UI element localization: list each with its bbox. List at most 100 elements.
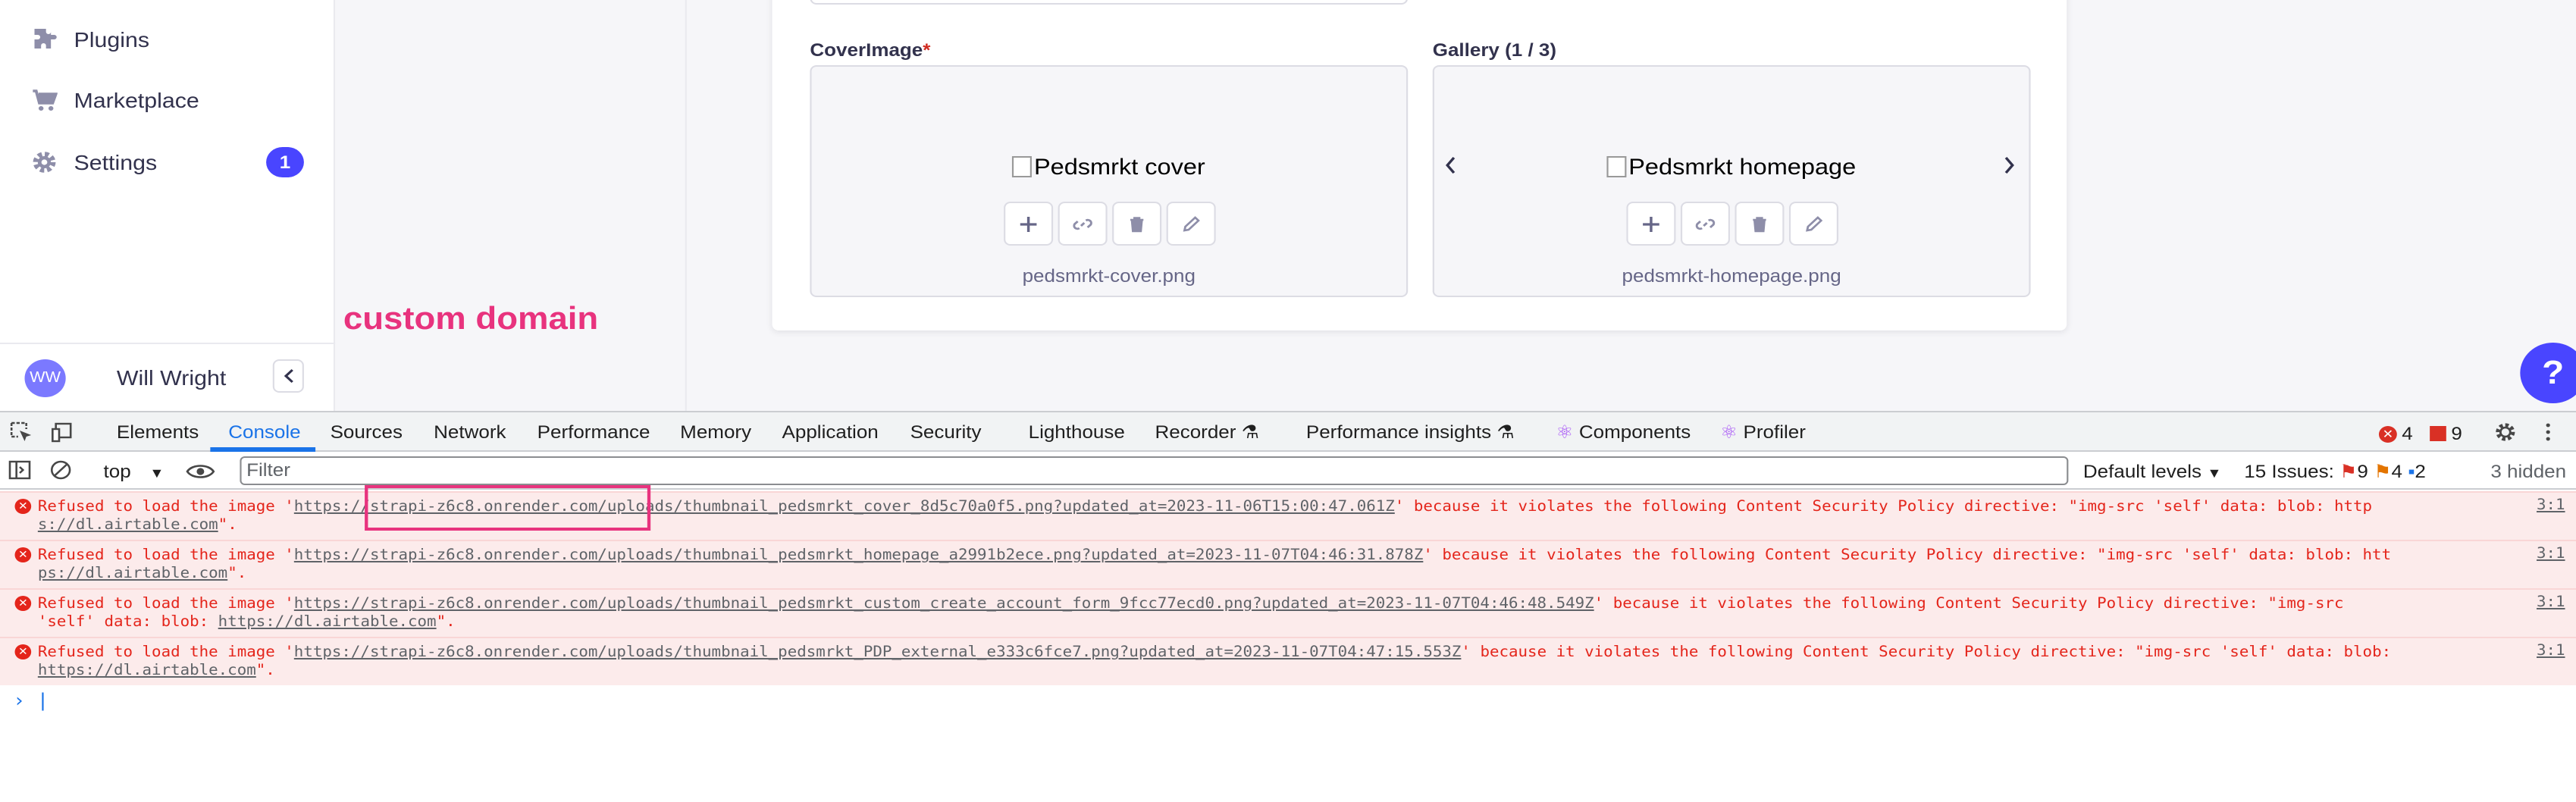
trash-icon [1129,216,1143,232]
filter-input[interactable]: Filter [240,456,2069,485]
pencil-icon [1804,215,1822,231]
text-field[interactable] [810,0,1409,5]
cover-filename: pedsmrkt-cover.png [1022,265,1196,287]
collapse-sidebar-button[interactable] [272,359,304,393]
link-icon [1072,218,1092,230]
issue-flag-icon [2430,426,2446,441]
chevron-left-icon [283,368,293,384]
tab-security[interactable]: Security [910,412,982,452]
tab-lighthouse[interactable]: Lighthouse [1029,412,1125,452]
tab-network[interactable]: Network [434,412,506,452]
eye-icon[interactable] [186,461,215,482]
device-toolbar-icon[interactable] [51,421,74,443]
url-link[interactable]: https://strapi-z6c8.onrender.com/uploads… [294,644,1462,661]
issues-summary[interactable]: 15 Issues: ⚑9 ⚑4 ▪2 [2244,461,2426,482]
plus-icon [1019,216,1036,231]
tab-sources[interactable]: Sources [331,412,403,452]
context-selector[interactable]: top ▼ [104,461,165,482]
clear-console-icon[interactable] [49,459,72,481]
tab-components[interactable]: ⚛ Components [1556,412,1691,452]
cover-image-dropzone[interactable]: Pedsmrkt cover pedsmrkt-cover.png [810,65,1409,297]
user-name: Will Wright [116,365,227,390]
sidebar-item-label: Marketplace [74,88,199,112]
tab-recorder[interactable]: Recorder ⚗ [1155,412,1259,452]
cover-actions [812,202,1406,246]
tab-console[interactable]: Console [228,412,300,452]
annotation-highlight-box [365,485,651,531]
settings-gear-icon[interactable] [2494,421,2517,443]
url-link[interactable]: ps://dl.airtable.com [38,565,227,582]
inspect-element-icon[interactable] [10,421,33,443]
settings-badge: 1 [266,147,304,177]
delete-button[interactable] [1734,202,1784,246]
gallery-dropzone[interactable]: Pedsmrkt homepage pedsmrkt-homepage.png [1432,65,2031,297]
add-button[interactable] [1625,202,1675,246]
tab-application[interactable]: Application [782,412,879,452]
source-link[interactable]: 3:1 [2537,594,2565,611]
add-button[interactable] [1003,202,1053,246]
broken-image-icon [1012,156,1033,177]
issue-counter[interactable]: 9 [2430,423,2462,444]
sidebar-item-settings[interactable]: Settings [30,144,157,180]
edit-button[interactable] [1788,202,1838,246]
console-input-prompt[interactable]: › | [13,690,49,711]
sidebar-item-marketplace[interactable]: Marketplace [30,82,199,118]
error-icon: ✕ [14,547,32,562]
next-arrow-button[interactable] [2003,155,2016,179]
url-link[interactable]: https://dl.airtable.com [38,663,256,679]
error-icon: ✕ [14,644,32,659]
tab-memory[interactable]: Memory [680,412,751,452]
source-link[interactable]: 3:1 [2537,546,2565,562]
sidebar: Plugins Marketplace Settings 1 WW Will W… [0,0,336,411]
tab-elements[interactable]: Elements [117,412,199,452]
puzzle-icon [30,26,59,53]
devtools-panel: Elements Console Sources Network Perform… [0,411,2576,802]
screen: Plugins Marketplace Settings 1 WW Will W… [0,0,2576,802]
chevron-right-icon [2004,157,2014,174]
console-error-row[interactable]: ✕ Refused to load the image 'https://str… [0,637,2576,685]
error-counter[interactable]: ✕ 4 [2378,423,2413,444]
sidebar-item-plugins[interactable]: Plugins [30,21,149,58]
more-options-icon[interactable] [2537,421,2559,443]
tab-performance-insights[interactable]: Performance insights ⚗ [1306,412,1515,452]
trash-icon [1752,216,1766,232]
copy-link-button[interactable] [1679,202,1729,246]
url-link[interactable]: s://dl.airtable.com [38,517,218,534]
active-tab-indicator [210,447,316,452]
link-icon [1694,218,1715,230]
error-icon: ✕ [14,596,32,611]
tab-profiler[interactable]: ⚛ Profiler [1720,412,1806,452]
flask-icon: ⚗ [1241,421,1260,443]
log-levels-dropdown[interactable]: Default levels ▼ [2083,461,2222,482]
required-mark: * [923,39,931,61]
console-error-row[interactable]: ✕ Refused to load the image 'https://str… [0,540,2576,588]
hidden-count: 3 hidden [2490,461,2567,482]
url-link[interactable]: https://strapi-z6c8.onrender.com/uploads… [294,596,1594,612]
react-icon: ⚛ [1556,421,1574,443]
devtools-tabbar: Elements Console Sources Network Perform… [0,412,2576,452]
sidebar-toggle-icon[interactable] [8,459,31,481]
error-flag-icon: ⚑ [2339,461,2358,482]
source-link[interactable]: 3:1 [2537,643,2565,659]
edit-button[interactable] [1165,202,1215,246]
source-link[interactable]: 3:1 [2537,497,2565,514]
sidebar-item-label: Plugins [74,27,150,52]
console-error-row[interactable]: ✕ Refused to load the image 'https://str… [0,588,2576,637]
error-icon: ✕ [2378,425,2397,442]
info-icon: ▪ [2408,461,2415,482]
gear-icon [30,149,59,176]
error-icon: ✕ [14,499,32,514]
cover-image-label: CoverImage* [810,39,931,61]
avatar[interactable]: WW [24,359,66,397]
tab-performance[interactable]: Performance [537,412,650,452]
cms-app: Plugins Marketplace Settings 1 WW Will W… [0,0,2576,411]
help-button[interactable]: ? [2520,343,2576,403]
copy-link-button[interactable] [1057,202,1107,246]
caret-down-icon: ▼ [2207,465,2222,481]
cover-image-preview: Pedsmrkt cover [812,155,1406,180]
gallery-filename: pedsmrkt-homepage.png [1622,265,1841,287]
url-link[interactable]: https://dl.airtable.com [218,614,437,631]
delete-button[interactable] [1111,202,1161,246]
url-link[interactable]: https://strapi-z6c8.onrender.com/uploads… [294,547,1424,564]
flask-icon: ⚗ [1496,421,1515,443]
